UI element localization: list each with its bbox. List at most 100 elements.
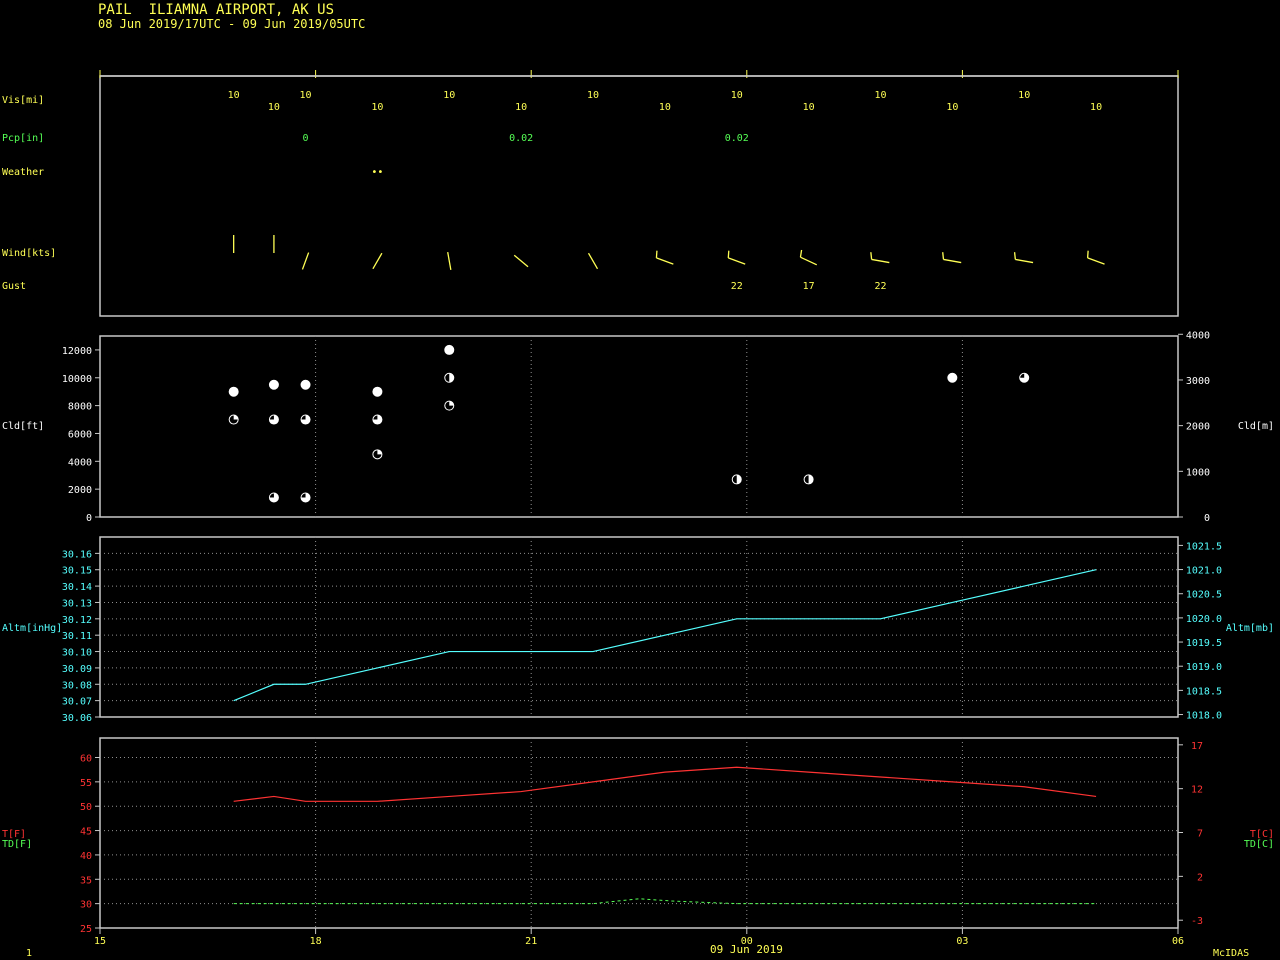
altimeter-line [233, 569, 1097, 702]
altm-right-tick-label: 1021.0 [1186, 566, 1222, 577]
cloud-right-tick-label: 0 [1204, 513, 1210, 524]
wind-barb-staff [871, 258, 890, 264]
cloud-marker [372, 386, 383, 397]
temp-right-tick-label: -3 [1191, 916, 1203, 927]
vis-value: 10 [946, 102, 958, 113]
cloud-right-tick-label: 4000 [1186, 330, 1210, 341]
wind-barb-feather [799, 249, 803, 258]
cloud-fill [377, 449, 382, 455]
cloud-marker [268, 492, 279, 503]
wind-barb-feather [1086, 250, 1089, 258]
x-tick-label: 21 [525, 936, 537, 947]
gust-row-label: Gust [2, 281, 26, 292]
cloud-left-tick-label: 6000 [68, 429, 92, 440]
vis-value: 10 [268, 102, 280, 113]
obs-panel-frame [99, 75, 1179, 317]
altm-left-tick-label: 30.07 [62, 697, 92, 708]
x-tick-label: 18 [310, 936, 322, 947]
cloud-right-tick-label: 1000 [1186, 467, 1210, 478]
x-tick-label: 06 [1172, 936, 1184, 947]
wind-barb [447, 252, 452, 270]
wind-barb [587, 252, 599, 270]
cloud-marker [268, 414, 279, 425]
vis-value: 10 [228, 90, 240, 101]
cld-panel-frame [99, 335, 1179, 518]
wind-barb [727, 250, 746, 265]
temp-left-tick-label: 25 [80, 924, 92, 935]
wind-barb-staff [513, 254, 529, 268]
altm-right-tick-label: 1019.0 [1186, 662, 1222, 673]
vis-value: 10 [587, 90, 599, 101]
altm-left-tick-label: 30.12 [62, 615, 92, 626]
vis-row-label: Vis[mi] [2, 95, 44, 106]
meteogram: 15 18 21 00 03 06Vis[mi]Pcp[in]WeatherWind[kt… [2, 70, 1274, 947]
dewpoint-line [233, 898, 1097, 905]
wind-barb-feather [655, 250, 658, 258]
cloud-marker [947, 372, 958, 383]
vis-value: 10 [443, 90, 455, 101]
vis-value: 10 [371, 102, 383, 113]
wind-barb-staff [1087, 257, 1105, 265]
cloud-marker [372, 414, 383, 425]
cloud-left-tick-label: 2000 [68, 485, 92, 496]
wind-barb [513, 254, 529, 268]
wind-barb [1086, 250, 1105, 265]
pcp-row-label: Pcp[in] [2, 133, 44, 144]
altm-left-tick-label: 30.16 [62, 549, 92, 560]
gust-value: 22 [731, 281, 743, 292]
altm-right-tick-label: 1021.5 [1186, 541, 1222, 552]
cloud-circle [947, 372, 958, 383]
temp-left-tick-label: 35 [80, 875, 92, 886]
altm-left-tick-label: 30.11 [62, 631, 92, 642]
weather-symbol: •• [371, 167, 383, 178]
cloud-circle [372, 386, 383, 397]
vis-value: 10 [803, 102, 815, 113]
altm-right-tick-label: 1018.5 [1186, 686, 1222, 697]
pcp-value: 0.02 [725, 133, 749, 144]
cloud-right-tick-label: 3000 [1186, 376, 1210, 387]
wind-barb-feather [1013, 252, 1016, 260]
vis-value: 10 [515, 102, 527, 113]
cloud-left-axis-label: Cld[ft] [2, 421, 44, 432]
altm-left-tick-label: 30.08 [62, 680, 92, 691]
vis-value: 10 [659, 102, 671, 113]
cloud-left-tick-label: 10000 [62, 374, 92, 385]
wind-barb [655, 250, 674, 265]
altm-left-tick-label: 30.15 [62, 566, 92, 577]
altm-right-tick-label: 1020.0 [1186, 614, 1222, 625]
cloud-marker [731, 474, 742, 485]
temp-panel-frame [99, 737, 1179, 929]
weather-row-label: Weather [2, 167, 44, 178]
temp-right-tick-label: 12 [1191, 785, 1203, 796]
wind-barb [799, 249, 818, 266]
temp-left-tick-label: 30 [80, 900, 92, 911]
cloud-marker [444, 372, 455, 383]
x-tick-label: 15 [94, 936, 106, 947]
cloud-marker [228, 386, 239, 397]
altm-left-tick-label: 30.06 [62, 713, 92, 724]
altm-left-tick-label: 30.10 [62, 648, 92, 659]
vis-value: 10 [1090, 102, 1102, 113]
cloud-marker [444, 400, 455, 411]
altm-left-tick-label: 30.13 [62, 598, 92, 609]
pcp-value: 0 [303, 133, 309, 144]
wind-row-label: Wind[kts] [2, 248, 56, 259]
alt-panel-frame [99, 536, 1179, 718]
gust-value: 17 [803, 281, 815, 292]
wind-barb-staff [587, 252, 599, 270]
wind-barb-staff [728, 257, 746, 265]
altm-left-tick-label: 30.14 [62, 582, 92, 593]
altm-right-axis-label: Altm[mb] [1226, 623, 1274, 634]
temp-left-tick-label: 55 [80, 778, 92, 789]
wind-barb-feather [942, 252, 945, 260]
altm-right-tick-label: 1018.0 [1186, 711, 1222, 722]
wind-barb-staff [447, 252, 452, 270]
cloud-circle [228, 386, 239, 397]
vis-value: 10 [731, 90, 743, 101]
page-number: 1 [26, 948, 33, 959]
cloud-right-axis-label: Cld[m] [1238, 421, 1274, 432]
temp-right-tick-label: 17 [1191, 741, 1203, 752]
temperature-line [233, 766, 1097, 802]
gust-value: 22 [874, 281, 886, 292]
cloud-right-tick-label: 2000 [1186, 422, 1210, 433]
